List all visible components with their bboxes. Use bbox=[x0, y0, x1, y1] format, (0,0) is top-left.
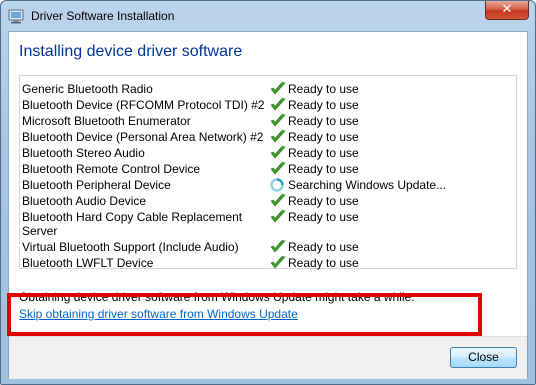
device-status: Ready to use bbox=[288, 162, 359, 176]
list-item: Virtual Bluetooth Support (Include Audio… bbox=[20, 240, 516, 256]
check-icon bbox=[269, 239, 287, 255]
list-item: Bluetooth Peripheral Device Searching Wi… bbox=[20, 178, 516, 194]
highlight-annotation bbox=[7, 293, 482, 336]
check-icon bbox=[269, 129, 287, 145]
list-item: Bluetooth Device (RFCOMM Protocol TDI) #… bbox=[20, 98, 516, 114]
list-item: Bluetooth Remote Control Device Ready to… bbox=[20, 162, 516, 178]
device-list: Generic Bluetooth Radio Ready to use Blu… bbox=[19, 75, 517, 272]
device-status: Ready to use bbox=[288, 210, 359, 224]
device-name: Bluetooth Audio Device bbox=[22, 194, 147, 208]
device-status: Ready to use bbox=[288, 98, 359, 112]
device-status: Ready to use bbox=[288, 146, 359, 160]
check-icon bbox=[269, 209, 287, 225]
device-name: Bluetooth Device (RFCOMM Protocol TDI) #… bbox=[22, 98, 265, 112]
device-status: Ready to use bbox=[288, 194, 359, 208]
device-name: Bluetooth LWFLT Device bbox=[22, 256, 154, 270]
check-icon bbox=[269, 193, 287, 209]
device-name: Bluetooth Device (Personal Area Network)… bbox=[22, 130, 264, 144]
dialog-window: Driver Software Installation ✕ Installin… bbox=[0, 0, 536, 385]
page-title: Installing device driver software bbox=[19, 43, 243, 60]
device-name: Virtual Bluetooth Support (Include Audio… bbox=[22, 240, 239, 254]
device-name: Bluetooth Remote Control Device bbox=[22, 162, 201, 176]
list-item: Microsoft Bluetooth Enumerator Ready to … bbox=[20, 114, 516, 130]
device-status: Searching Windows Update... bbox=[288, 178, 447, 192]
list-item: Bluetooth Audio Device Ready to use bbox=[20, 194, 516, 210]
title-bar[interactable]: Driver Software Installation ✕ bbox=[1, 1, 535, 31]
list-item: Bluetooth Device (Personal Area Network)… bbox=[20, 130, 516, 146]
device-status: Ready to use bbox=[288, 240, 359, 254]
device-status: Ready to use bbox=[288, 82, 359, 96]
device-name: Bluetooth Peripheral Device bbox=[22, 178, 171, 192]
check-icon bbox=[269, 161, 287, 177]
check-icon bbox=[269, 145, 287, 161]
spinner-icon bbox=[269, 177, 287, 193]
close-icon: ✕ bbox=[501, 2, 513, 17]
list-item: Bluetooth Hard Copy Cable Replacement Se… bbox=[20, 210, 516, 240]
check-icon bbox=[269, 81, 287, 97]
device-status: Ready to use bbox=[288, 256, 359, 270]
device-name: Generic Bluetooth Radio bbox=[22, 82, 153, 96]
list-item: Bluetooth LWFLT Device Ready to use bbox=[20, 256, 516, 272]
window-close-button[interactable]: ✕ bbox=[485, 1, 529, 20]
dialog-footer: Close bbox=[9, 336, 527, 379]
list-item: Generic Bluetooth Radio Ready to use bbox=[20, 82, 516, 98]
window-title: Driver Software Installation bbox=[31, 9, 175, 23]
device-name: Microsoft Bluetooth Enumerator bbox=[22, 114, 191, 128]
list-item: Bluetooth Stereo Audio Ready to use bbox=[20, 146, 516, 162]
check-icon bbox=[269, 255, 287, 271]
check-icon bbox=[269, 113, 287, 129]
device-name: Bluetooth Stereo Audio bbox=[22, 146, 145, 160]
device-status: Ready to use bbox=[288, 114, 359, 128]
close-button[interactable]: Close bbox=[450, 347, 517, 368]
driver-install-icon bbox=[8, 8, 24, 24]
check-icon bbox=[269, 97, 287, 113]
device-status: Ready to use bbox=[288, 130, 359, 144]
device-name: Bluetooth Hard Copy Cable Replacement Se… bbox=[22, 210, 243, 238]
